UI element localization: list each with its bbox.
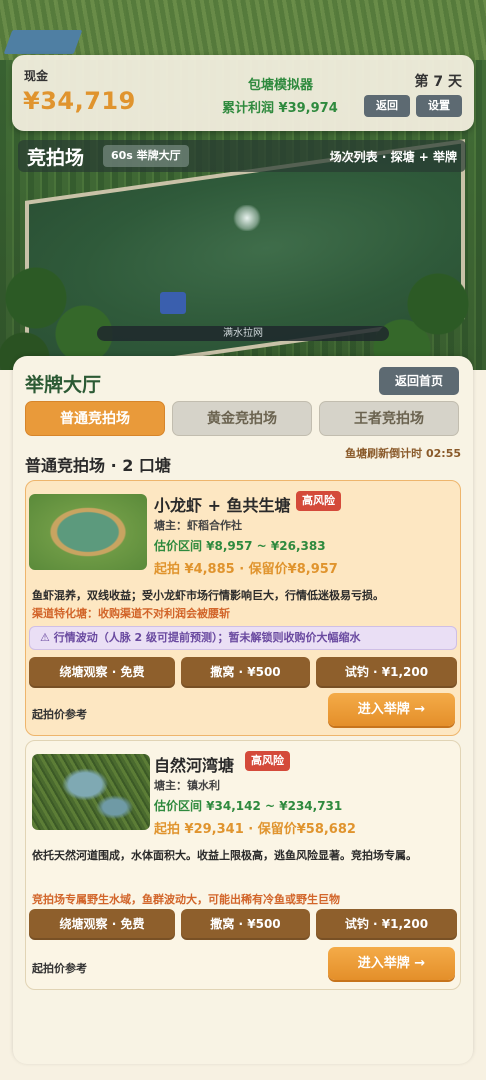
- bait-button[interactable]: 撒窝 · ¥500: [181, 657, 310, 688]
- drain-label: 满水拉网: [223, 328, 263, 339]
- return-home-button[interactable]: 返回首页: [379, 367, 459, 395]
- tab-king-auction[interactable]: 王者竞拍场: [319, 401, 459, 436]
- tab-gold-auction[interactable]: 黄金竞拍场: [172, 401, 312, 436]
- status-card: 现金 ¥34,719 包塘模拟器 累计利润 ¥39,974 第 7 天 返回 设…: [12, 55, 474, 131]
- action-row: 绕塘观察 · 免费 撒窝 · ¥500 试钓 · ¥1,200: [29, 657, 457, 688]
- bait-button[interactable]: 撒窝 · ¥500: [181, 909, 310, 940]
- risk-badge: 高风险: [245, 751, 290, 771]
- settings-button[interactable]: 设置: [416, 95, 462, 117]
- start-price: 起拍 ¥4,885 · 保留价¥8,957: [154, 562, 338, 577]
- pond-description: 依托天然河道围成，水体面积大。收益上限极高，逃鱼风险显著。竞拍场专属。: [32, 849, 417, 862]
- market-warning: ⚠ 行情波动（人脉 2 级可提前预测）；暂未解锁则收购价大幅缩水: [29, 626, 457, 650]
- pond-thumbnail: [32, 754, 150, 830]
- special-note: 渠道特化塘：收购渠道不对利润会被腰斩: [32, 607, 230, 620]
- observe-button[interactable]: 绕塘观察 · 免费: [29, 657, 175, 688]
- tractor: [160, 292, 186, 314]
- hall-badge: 60s 举牌大厅: [103, 145, 189, 167]
- bidding-hall-panel: 举牌大厅 返回首页 普通竞拍场 黄金竞拍场 王者竞拍场 普通竞拍场 · 2 口塘…: [13, 356, 473, 1064]
- auction-links[interactable]: 场次列表 · 探塘 + 举牌: [330, 148, 457, 165]
- observe-button[interactable]: 绕塘观察 · 免费: [29, 909, 175, 940]
- drain-progress-bar: 满水拉网: [97, 326, 389, 341]
- pond-description: 鱼虾混养，双线收益；受小龙虾市场行情影响巨大，行情低迷极易亏损。: [32, 589, 384, 602]
- cash-label: 现金: [24, 69, 49, 83]
- start-price: 起拍 ¥29,341 · 保留价¥58,682: [154, 822, 356, 837]
- estimate-range: 估价区间 ¥8,957 ~ ¥26,383: [154, 539, 326, 553]
- cash-value: ¥34,719: [23, 87, 136, 115]
- cumulative-profit: 累计利润 ¥39,974: [222, 101, 338, 116]
- game-title: 包塘模拟器: [248, 78, 314, 93]
- pond-owner: 塘主：虾稻合作社: [154, 519, 242, 532]
- estimate-range: 估价区间 ¥34,142 ~ ¥234,731: [154, 799, 343, 813]
- venue-tabs: 普通竞拍场 黄金竞拍场 王者竞拍场: [25, 401, 461, 436]
- day-counter: 第 7 天: [414, 74, 463, 90]
- price-reference-label: 起拍价参考: [32, 708, 87, 721]
- venue-title: 普通竞拍场 · 2 口塘: [25, 456, 171, 475]
- pond-thumbnail: [29, 494, 147, 570]
- risk-badge: 高风险: [296, 491, 341, 511]
- aerator-splash: [232, 205, 262, 231]
- pond-owner: 塘主：镇水利: [154, 779, 220, 792]
- trial-fish-button[interactable]: 试钓 · ¥1,200: [316, 909, 457, 940]
- enter-bidding-button[interactable]: 进入举牌 →: [328, 947, 455, 980]
- tab-normal-auction[interactable]: 普通竞拍场: [25, 401, 165, 436]
- pond-card: 自然河湾塘 高风险 塘主：镇水利 估价区间 ¥34,142 ~ ¥234,731…: [25, 740, 461, 990]
- barn-roof: [3, 30, 83, 54]
- trees-right: [366, 260, 486, 370]
- trial-fish-button[interactable]: 试钓 · ¥1,200: [316, 657, 457, 688]
- special-note: 竞拍场专属野生水域，鱼群波动大，可能出稀有冷鱼或野生巨物: [32, 893, 340, 906]
- price-reference-label: 起拍价参考: [32, 962, 87, 975]
- auction-title: 竞拍场: [27, 147, 85, 169]
- pond-card: 小龙虾 + 鱼共生塘 高风险 塘主：虾稻合作社 估价区间 ¥8,957 ~ ¥2…: [25, 480, 461, 736]
- back-button[interactable]: 返回: [364, 95, 410, 117]
- auction-bar: 竞拍场 60s 举牌大厅 场次列表 · 探塘 + 举牌: [18, 140, 466, 172]
- trees-left: [0, 250, 120, 370]
- pond-name: 自然河湾塘: [154, 756, 235, 775]
- refresh-countdown: 鱼塘刷新倒计时 02:55: [345, 447, 461, 460]
- panel-title: 举牌大厅: [25, 374, 102, 396]
- action-row: 绕塘观察 · 免费 撒窝 · ¥500 试钓 · ¥1,200: [29, 909, 457, 940]
- enter-bidding-button[interactable]: 进入举牌 →: [328, 693, 455, 726]
- pond-name: 小龙虾 + 鱼共生塘: [154, 496, 291, 515]
